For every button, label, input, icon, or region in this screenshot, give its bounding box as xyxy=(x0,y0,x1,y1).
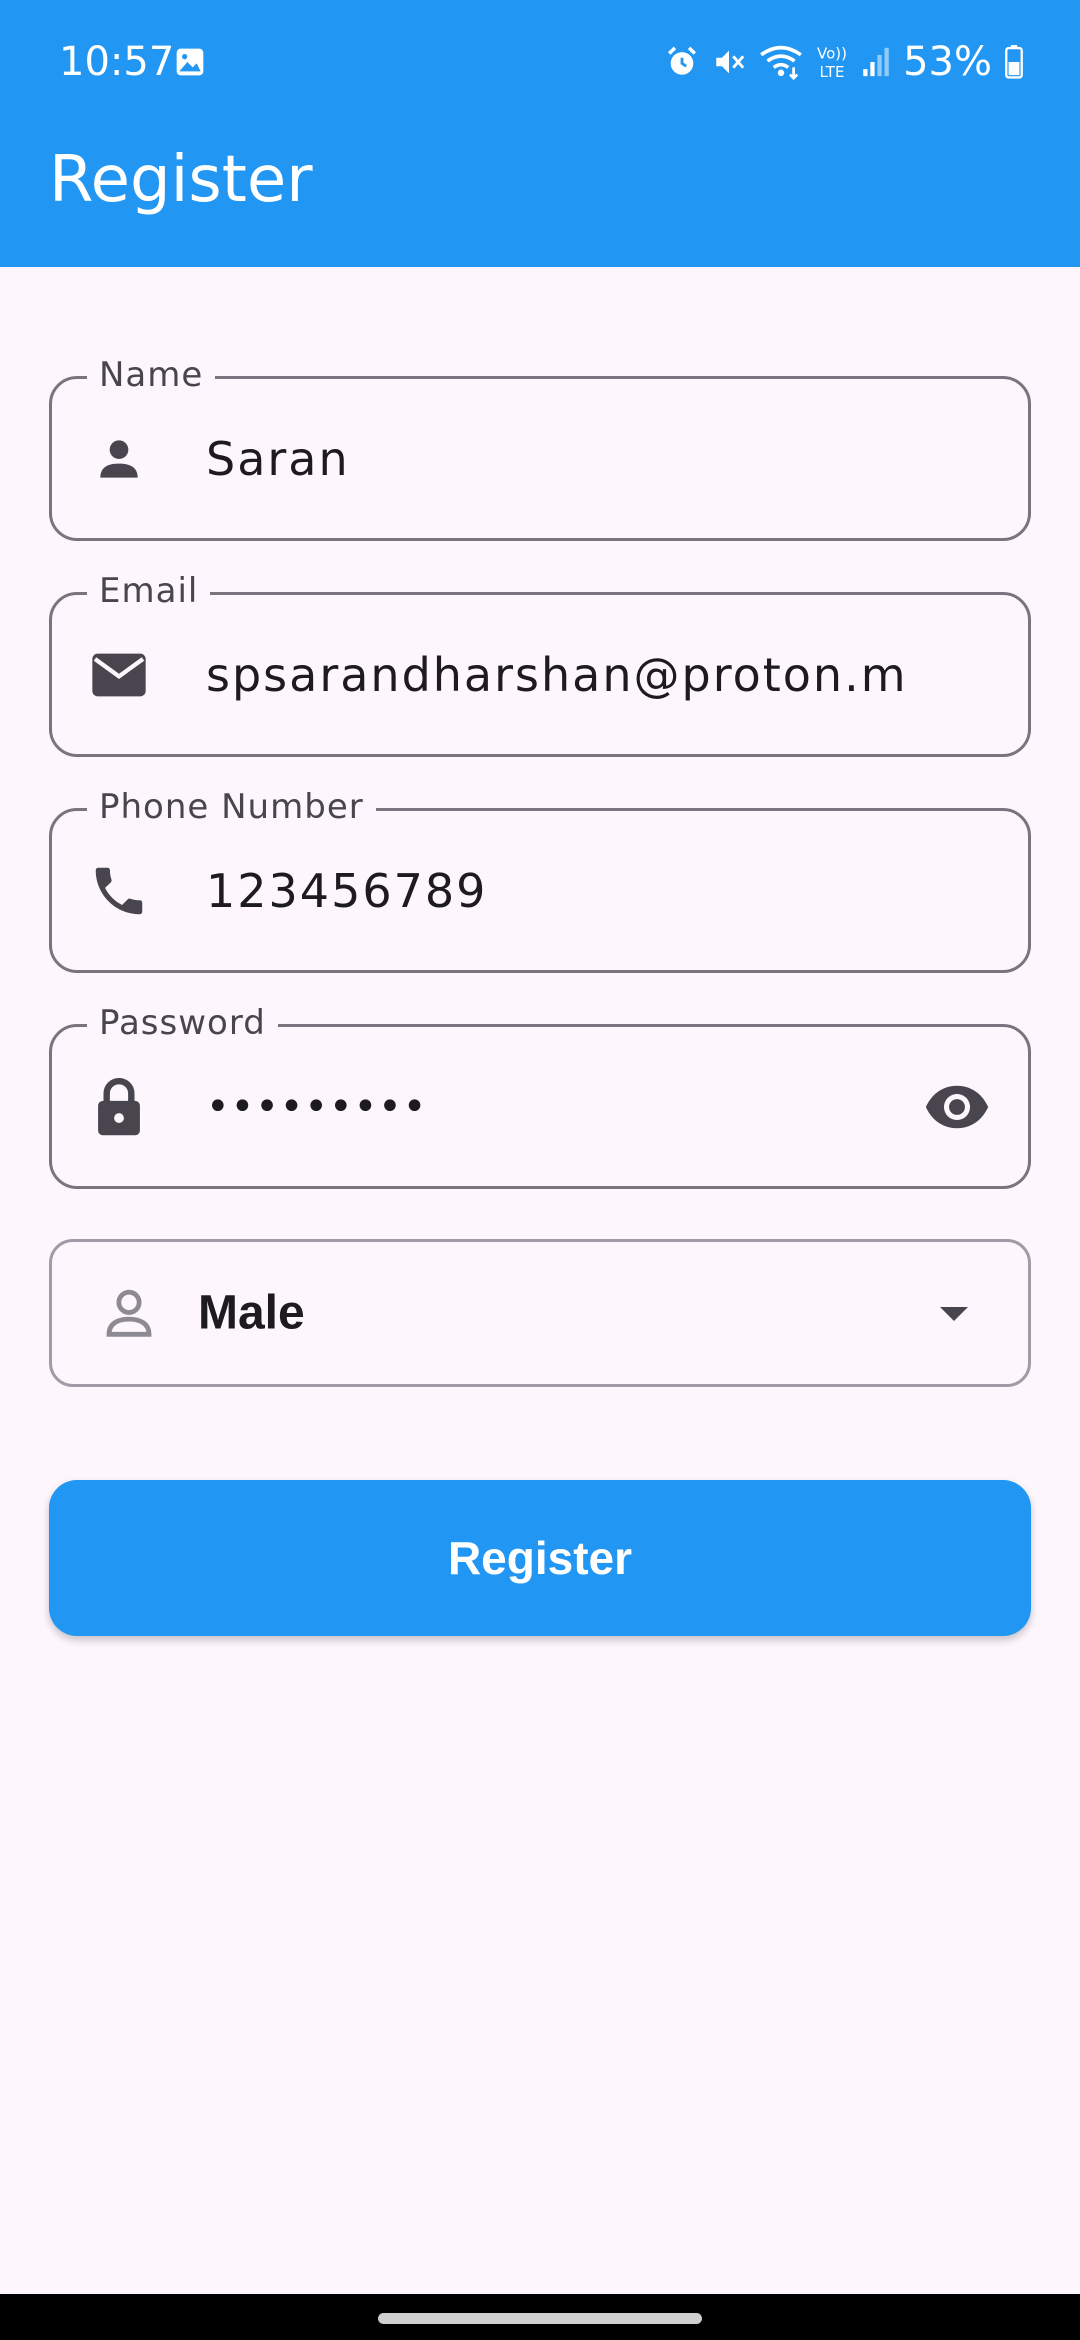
mute-icon xyxy=(716,50,745,74)
page-title: Register xyxy=(49,143,313,217)
wifi-icon xyxy=(760,45,802,80)
battery-percent: 53% xyxy=(903,39,992,85)
person-outline-icon xyxy=(106,1289,152,1337)
navigation-bar xyxy=(0,2294,1080,2340)
phone-icon xyxy=(87,859,151,923)
arrow-drop-down-icon xyxy=(940,1307,968,1321)
mail-icon xyxy=(87,643,151,707)
gender-selected-value: Male xyxy=(198,1286,305,1340)
register-button[interactable]: Register xyxy=(49,1480,1031,1636)
home-gesture-handle[interactable] xyxy=(378,2313,702,2324)
phone-label: Phone Number xyxy=(87,787,376,827)
person-icon xyxy=(87,427,151,491)
phone-field[interactable]: Phone Number 123456789 xyxy=(49,787,1031,973)
email-input[interactable]: spsarandharshan@proton.me xyxy=(206,647,908,703)
status-icons: Vo)) LTE 53% xyxy=(665,36,1024,88)
register-screen: 10:57 Vo)) LTE 53% Register Name Saran E… xyxy=(0,0,1080,2340)
alarm-icon xyxy=(668,46,697,75)
email-field[interactable]: Email spsarandharshan@proton.me xyxy=(49,571,1031,757)
lock-icon xyxy=(87,1075,151,1139)
phone-input[interactable]: 123456789 xyxy=(206,863,908,919)
app-bar: 10:57 Vo)) LTE 53% Register xyxy=(0,0,1080,267)
password-field[interactable]: Password ••••••••• xyxy=(49,1003,1031,1189)
password-input[interactable]: ••••••••• xyxy=(206,1079,908,1135)
svg-text:LTE: LTE xyxy=(820,63,845,81)
name-label: Name xyxy=(87,355,216,395)
name-input[interactable]: Saran xyxy=(206,431,908,487)
battery-icon xyxy=(1005,45,1023,79)
volte-icon: Vo)) LTE xyxy=(817,45,847,81)
status-time: 10:57 xyxy=(59,39,175,85)
gender-dropdown[interactable]: Male xyxy=(49,1239,1031,1387)
email-label: Email xyxy=(87,571,211,611)
name-field[interactable]: Name Saran xyxy=(49,355,1031,541)
password-label: Password xyxy=(87,1003,278,1043)
eye-icon[interactable] xyxy=(921,1071,993,1143)
svg-text:Vo)): Vo)) xyxy=(817,45,847,63)
signal-icon xyxy=(863,47,889,77)
gallery-icon xyxy=(176,48,204,76)
